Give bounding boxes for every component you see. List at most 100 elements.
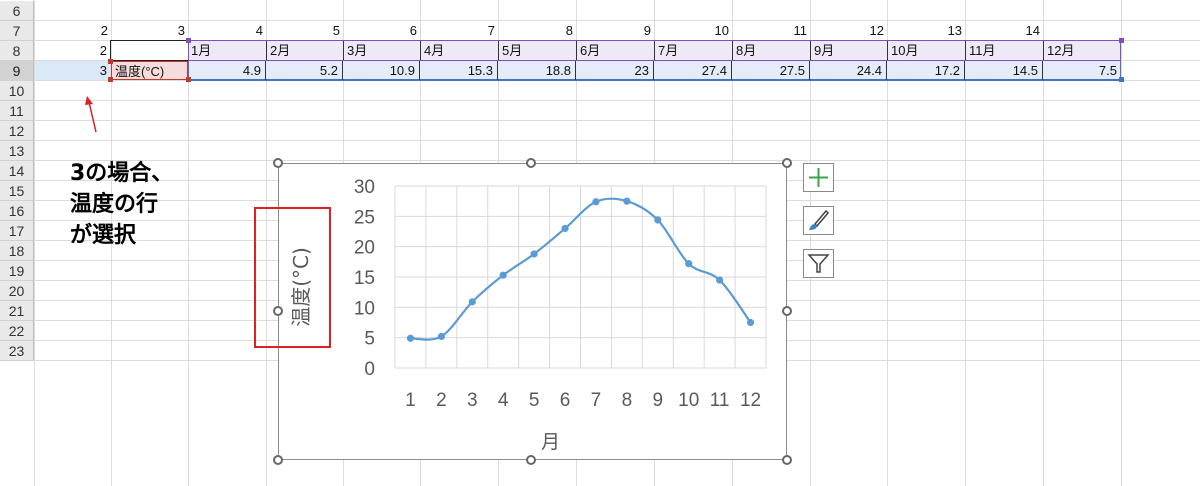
- x-tick-label: 10: [678, 390, 699, 411]
- cell-row7[interactable]: 11: [733, 21, 811, 40]
- chart-plot: 0510152025301 2 3 4 5 6 7 8 9 10 11 12月温度(°C): [289, 177, 767, 453]
- month-cell[interactable]: 9月: [810, 41, 887, 60]
- data-point-1: [406, 334, 415, 342]
- temperature-cell[interactable]: 24.4: [810, 61, 887, 80]
- chart-resize-handle[interactable]: [782, 158, 792, 168]
- row-header-12[interactable]: 12: [0, 121, 34, 141]
- row-header-21[interactable]: 21: [0, 301, 34, 321]
- temperature-cell[interactable]: 17.2: [887, 61, 965, 80]
- chart-resize-handle[interactable]: [526, 158, 536, 168]
- chart-resize-handle[interactable]: [273, 158, 283, 168]
- cell-label-b9[interactable]: 温度(°C): [111, 61, 188, 80]
- cell-row7[interactable]: 14: [966, 21, 1044, 40]
- range-corner-handle[interactable]: [186, 77, 191, 82]
- row-header-6[interactable]: 6: [0, 1, 34, 21]
- temperature-cell[interactable]: 4.9: [188, 61, 266, 80]
- filter-icon: [807, 254, 830, 273]
- cell-row7[interactable]: 2: [35, 21, 112, 40]
- x-tick-label: 1: [405, 390, 416, 411]
- x-tick-label: 7: [591, 390, 602, 411]
- range-corner-handle[interactable]: [108, 77, 113, 82]
- temperature-cell[interactable]: 14.5: [965, 61, 1043, 80]
- y-tick-label: 10: [354, 298, 375, 319]
- range-corner-handle[interactable]: [1119, 77, 1124, 82]
- cell-row7[interactable]: 4: [189, 21, 267, 40]
- temperature-cell[interactable]: 15.3: [420, 61, 498, 80]
- cell-row7[interactable]: 13: [888, 21, 966, 40]
- cell-row7[interactable]: 3: [112, 21, 189, 40]
- cell-row7[interactable]: 5: [267, 21, 344, 40]
- temperature-cell[interactable]: 23: [576, 61, 654, 80]
- brush-icon: [809, 209, 830, 230]
- row-header-17[interactable]: 17: [0, 221, 34, 241]
- chart-filters-button[interactable]: [803, 249, 834, 278]
- chart-resize-handle[interactable]: [273, 455, 283, 465]
- chart-styles-button[interactable]: [803, 206, 834, 235]
- row-header-19[interactable]: 19: [0, 261, 34, 281]
- x-tick-label: 11: [710, 390, 730, 411]
- row-header-14[interactable]: 14: [0, 161, 34, 181]
- month-cell[interactable]: 6月: [576, 41, 654, 60]
- month-cell[interactable]: 4月: [420, 41, 498, 60]
- row-header-9[interactable]: 9: [0, 61, 34, 81]
- annotation-note: 3の場合、 温度の行 が選択: [70, 158, 173, 251]
- active-cell-b8[interactable]: [110, 40, 189, 61]
- data-point-4: [499, 271, 507, 279]
- temperature-cell[interactable]: 27.5: [732, 61, 810, 80]
- temperature-cell[interactable]: 10.9: [343, 61, 420, 80]
- temperature-cell[interactable]: 7.5: [1043, 61, 1121, 80]
- temperature-cell[interactable]: 5.2: [266, 61, 343, 80]
- chart-resize-handle[interactable]: [526, 455, 536, 465]
- month-cell[interactable]: 12月: [1043, 41, 1121, 60]
- line-chart[interactable]: 0 5 10 15 20 25 30 1 2 3 4 5 6 7 8 9 10 11 12 月温度(°C): [278, 163, 787, 460]
- month-cell[interactable]: 10月: [887, 41, 965, 60]
- chart-resize-handle[interactable]: [782, 455, 792, 465]
- month-cell[interactable]: 11月: [965, 41, 1043, 60]
- cell-row7[interactable]: 10: [655, 21, 733, 40]
- chart-resize-handle[interactable]: [782, 306, 792, 316]
- x-axis-title: 月: [541, 431, 560, 453]
- row-gridline: [34, 160, 1200, 161]
- plus-icon: [809, 168, 828, 187]
- x-tick-label: 2: [436, 390, 447, 411]
- row-header-11[interactable]: 11: [0, 101, 34, 121]
- row-header-23[interactable]: 23: [0, 341, 34, 361]
- row-header-18[interactable]: 18: [0, 241, 34, 261]
- range-corner-handle[interactable]: [108, 59, 113, 64]
- month-cell[interactable]: 3月: [343, 41, 420, 60]
- cell-a9[interactable]: 3: [35, 61, 111, 80]
- cell-a8[interactable]: 2: [35, 41, 111, 60]
- row-header-22[interactable]: 22: [0, 321, 34, 341]
- cell-row7[interactable]: 6: [344, 21, 421, 40]
- y-tick-label: 15: [354, 268, 375, 289]
- month-cell[interactable]: 7月: [654, 41, 732, 60]
- month-cell[interactable]: 2月: [266, 41, 343, 60]
- range-corner-handle[interactable]: [1119, 38, 1124, 43]
- cell-row7[interactable]: 9: [577, 21, 655, 40]
- chart-elements-button[interactable]: [803, 163, 834, 192]
- month-cell[interactable]: 1月: [188, 41, 266, 60]
- y-tick-label: 5: [364, 329, 375, 350]
- temperature-cell[interactable]: 27.4: [654, 61, 732, 80]
- x-tick-label: 4: [498, 390, 509, 411]
- row-header-7[interactable]: 7: [0, 21, 34, 41]
- row-header-20[interactable]: 20: [0, 281, 34, 301]
- data-point-2: [437, 332, 445, 341]
- temperature-cell[interactable]: 18.8: [498, 61, 576, 80]
- cell-row7[interactable]: 12: [811, 21, 888, 40]
- cell-row7[interactable]: 8: [499, 21, 577, 40]
- row-header-16[interactable]: 16: [0, 201, 34, 221]
- month-cell[interactable]: 8月: [732, 41, 810, 60]
- note-line-2: 温度の行: [70, 192, 159, 217]
- row-header-8[interactable]: 8: [0, 41, 34, 61]
- data-point-7: [592, 198, 600, 206]
- y-tick-label: 0: [364, 359, 375, 380]
- data-point-9: [654, 216, 662, 224]
- row-header-15[interactable]: 15: [0, 181, 34, 201]
- row-header-10[interactable]: 10: [0, 81, 34, 101]
- row-header-13[interactable]: 13: [0, 141, 34, 161]
- cell-row7[interactable]: 7: [421, 21, 499, 40]
- range-corner-handle[interactable]: [186, 38, 191, 43]
- month-cell[interactable]: 5月: [498, 41, 576, 60]
- chart-resize-handle[interactable]: [273, 306, 283, 316]
